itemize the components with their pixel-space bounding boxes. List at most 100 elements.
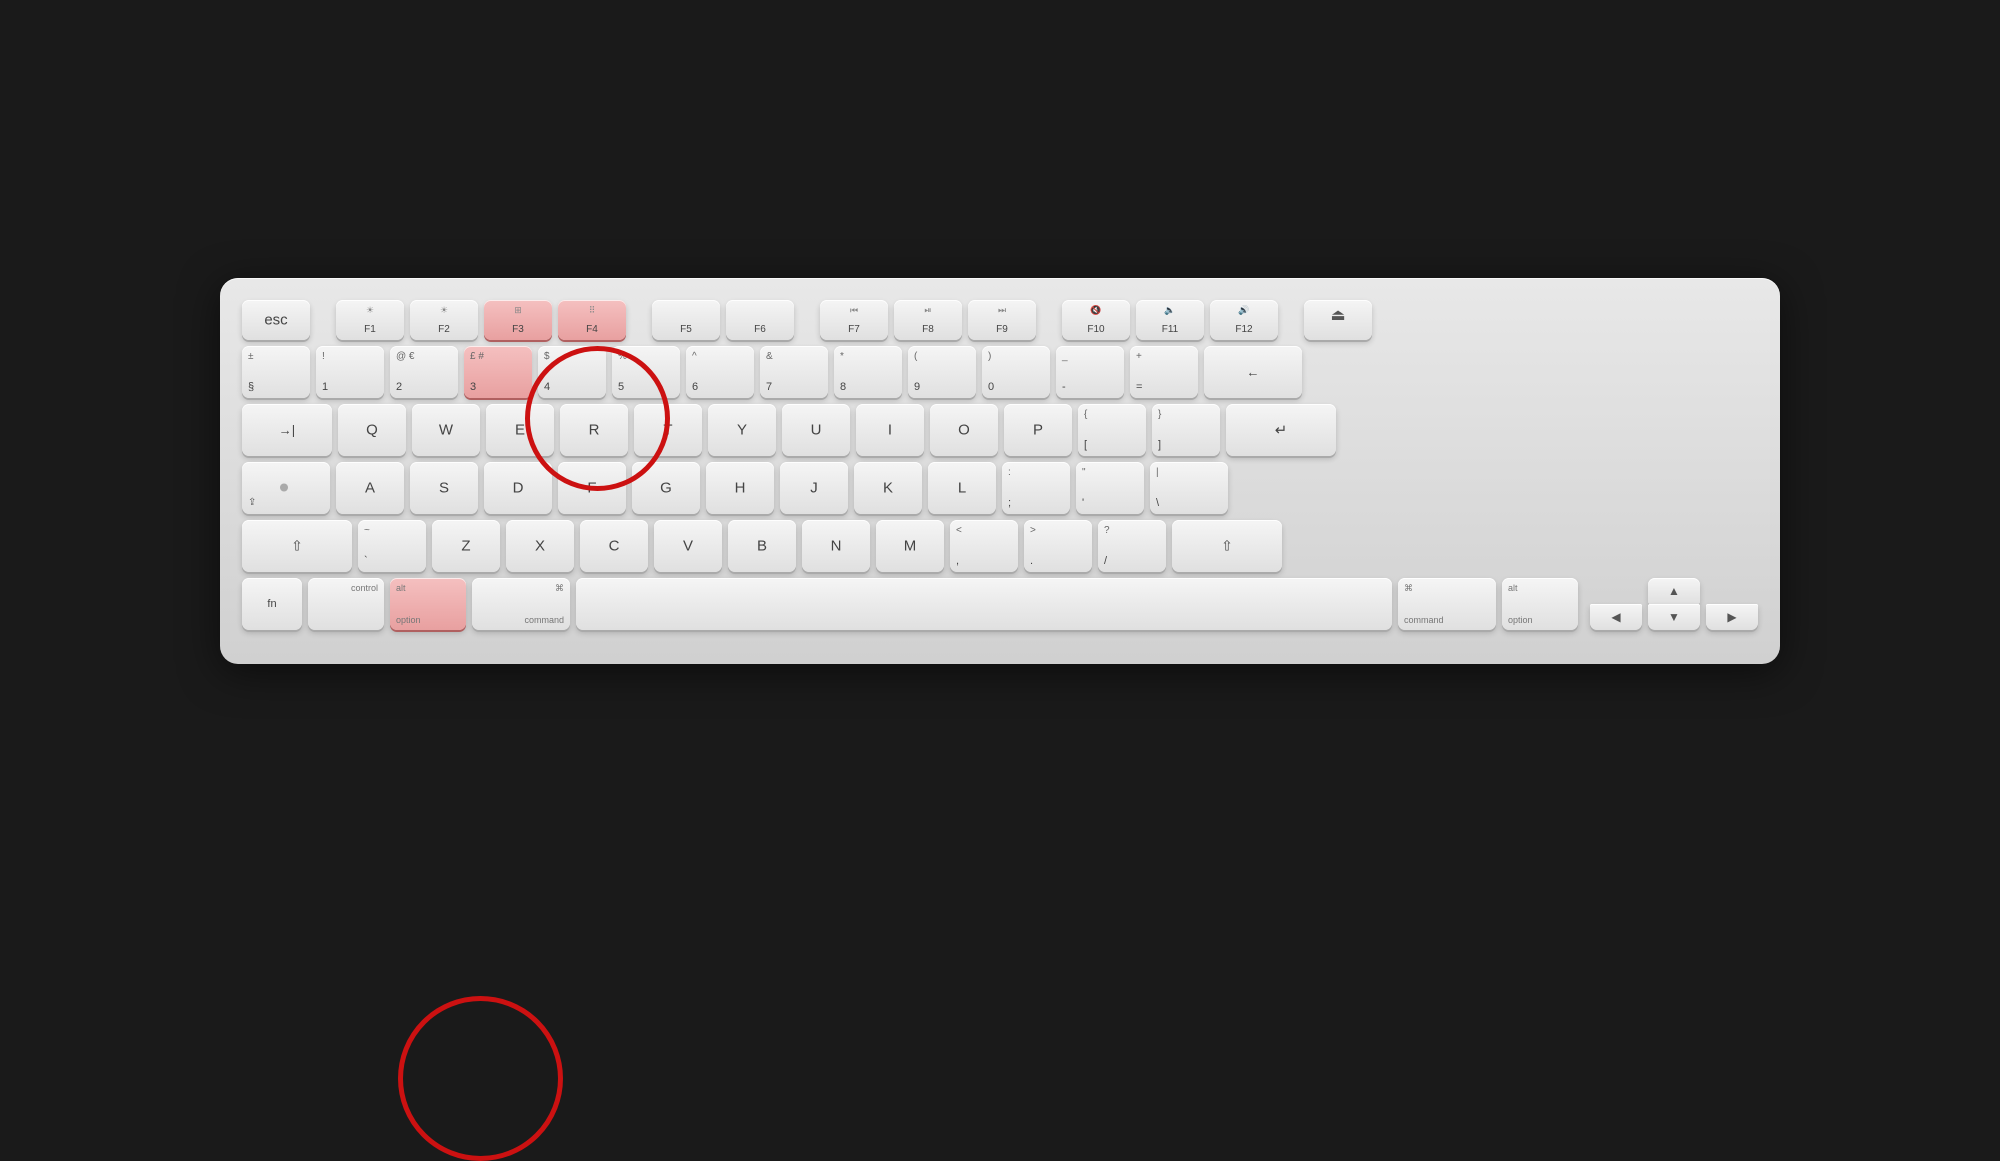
key-esc-label: esc (264, 311, 287, 328)
circle-option (398, 996, 563, 1161)
key-f1-icon: ☀ (366, 305, 374, 316)
key-eject-icon: ⏏ (1330, 305, 1345, 325)
key-f11-icon: 🔈 (1164, 305, 1175, 316)
key-equals[interactable]: + = (1130, 346, 1198, 398)
key-g[interactable]: G (632, 462, 700, 514)
key-f2[interactable]: ☀ F2 (410, 300, 478, 340)
key-s[interactable]: S (410, 462, 478, 514)
key-r[interactable]: R (560, 404, 628, 456)
key-f9-icon: ⏭ (998, 305, 1006, 316)
key-f-alpha[interactable]: F (558, 462, 626, 514)
keyboard: esc ☀ F1 ☀ F2 ⊞ F3 ⠿ F4 F5 F6 ⏮ (220, 278, 1780, 664)
key-backtick[interactable]: ~ ` (358, 520, 426, 572)
key-comma[interactable]: < , (950, 520, 1018, 572)
key-f5-label: F5 (680, 324, 692, 335)
key-c[interactable]: C (580, 520, 648, 572)
key-k[interactable]: K (854, 462, 922, 514)
key-7[interactable]: & 7 (760, 346, 828, 398)
key-y[interactable]: Y (708, 404, 776, 456)
key-f3-icon: ⊞ (514, 305, 522, 316)
key-9[interactable]: ( 9 (908, 346, 976, 398)
key-command-left[interactable]: ⌘ command (472, 578, 570, 630)
key-section[interactable]: ± § (242, 346, 310, 398)
key-f1[interactable]: ☀ F1 (336, 300, 404, 340)
key-u[interactable]: U (782, 404, 850, 456)
key-capslock[interactable]: ⇪ (242, 462, 330, 514)
key-l[interactable]: L (928, 462, 996, 514)
key-t[interactable]: T (634, 404, 702, 456)
key-x[interactable]: X (506, 520, 574, 572)
key-f12-icon: 🔊 (1238, 305, 1249, 316)
key-v[interactable]: V (654, 520, 722, 572)
key-f5[interactable]: F5 (652, 300, 720, 340)
key-arrow-down[interactable]: ▼ (1648, 604, 1700, 630)
key-f12[interactable]: 🔊 F12 (1210, 300, 1278, 340)
key-delete[interactable]: ← (1204, 346, 1302, 398)
key-3[interactable]: £ # 3 (464, 346, 532, 398)
key-f4[interactable]: ⠿ F4 (558, 300, 626, 340)
key-8[interactable]: * 8 (834, 346, 902, 398)
key-eject[interactable]: ⏏ (1304, 300, 1372, 340)
key-6[interactable]: ^ 6 (686, 346, 754, 398)
key-f8-icon: ⏯ (924, 305, 931, 316)
key-period[interactable]: > . (1024, 520, 1092, 572)
arrow-key-cluster: ▲ ◀ ▼ ▶ (1590, 578, 1758, 630)
key-arrow-left[interactable]: ◀ (1590, 604, 1642, 630)
key-b[interactable]: B (728, 520, 796, 572)
key-w[interactable]: W (412, 404, 480, 456)
key-space[interactable] (576, 578, 1392, 630)
key-fn[interactable]: fn (242, 578, 302, 630)
key-z[interactable]: Z (432, 520, 500, 572)
key-quote[interactable]: " ' (1076, 462, 1144, 514)
key-4[interactable]: $ 4 (538, 346, 606, 398)
key-d[interactable]: D (484, 462, 552, 514)
key-tab[interactable]: →| (242, 404, 332, 456)
key-0[interactable]: ) 0 (982, 346, 1050, 398)
key-return[interactable]: ↵ (1226, 404, 1336, 456)
key-q[interactable]: Q (338, 404, 406, 456)
key-arrow-up[interactable]: ▲ (1648, 578, 1700, 604)
modifier-row: fn control alt option ⌘ command ⌘ comman… (242, 578, 1758, 630)
key-f12-label: F12 (1235, 324, 1252, 335)
key-bracket-close[interactable]: } ] (1152, 404, 1220, 456)
key-o[interactable]: O (930, 404, 998, 456)
key-minus[interactable]: _ - (1056, 346, 1124, 398)
key-f10-icon: 🔇 (1090, 305, 1101, 316)
key-j[interactable]: J (780, 462, 848, 514)
key-f3-label: F3 (512, 324, 524, 335)
key-shift-right[interactable]: ⇧ (1172, 520, 1282, 572)
key-f10[interactable]: 🔇 F10 (1062, 300, 1130, 340)
key-1[interactable]: ! 1 (316, 346, 384, 398)
function-row: esc ☀ F1 ☀ F2 ⊞ F3 ⠿ F4 F5 F6 ⏮ (242, 300, 1758, 340)
key-f3[interactable]: ⊞ F3 (484, 300, 552, 340)
key-arrow-right[interactable]: ▶ (1706, 604, 1758, 630)
key-e[interactable]: E (486, 404, 554, 456)
key-p[interactable]: P (1004, 404, 1072, 456)
key-f6-label: F6 (754, 324, 766, 335)
key-command-right[interactable]: ⌘ command (1398, 578, 1496, 630)
key-f9[interactable]: ⏭ F9 (968, 300, 1036, 340)
key-f4-label: F4 (586, 324, 598, 335)
key-f8-label: F8 (922, 324, 934, 335)
key-option-left[interactable]: alt option (390, 578, 466, 630)
key-f11[interactable]: 🔈 F11 (1136, 300, 1204, 340)
key-backslash[interactable]: | \ (1150, 462, 1228, 514)
key-f8[interactable]: ⏯ F8 (894, 300, 962, 340)
key-h[interactable]: H (706, 462, 774, 514)
key-i[interactable]: I (856, 404, 924, 456)
key-a[interactable]: A (336, 462, 404, 514)
zxcv-row: ⇧ ~ ` Z X C V B N M < , > (242, 520, 1758, 572)
key-2[interactable]: @ € 2 (390, 346, 458, 398)
key-option-right[interactable]: alt option (1502, 578, 1578, 630)
key-esc[interactable]: esc (242, 300, 310, 340)
key-m[interactable]: M (876, 520, 944, 572)
key-n[interactable]: N (802, 520, 870, 572)
key-f6[interactable]: F6 (726, 300, 794, 340)
key-5[interactable]: % 5 (612, 346, 680, 398)
key-semicolon[interactable]: : ; (1002, 462, 1070, 514)
key-bracket-open[interactable]: { [ (1078, 404, 1146, 456)
key-shift-left[interactable]: ⇧ (242, 520, 352, 572)
key-slash[interactable]: ? / (1098, 520, 1166, 572)
key-f7[interactable]: ⏮ F7 (820, 300, 888, 340)
key-control[interactable]: control (308, 578, 384, 630)
